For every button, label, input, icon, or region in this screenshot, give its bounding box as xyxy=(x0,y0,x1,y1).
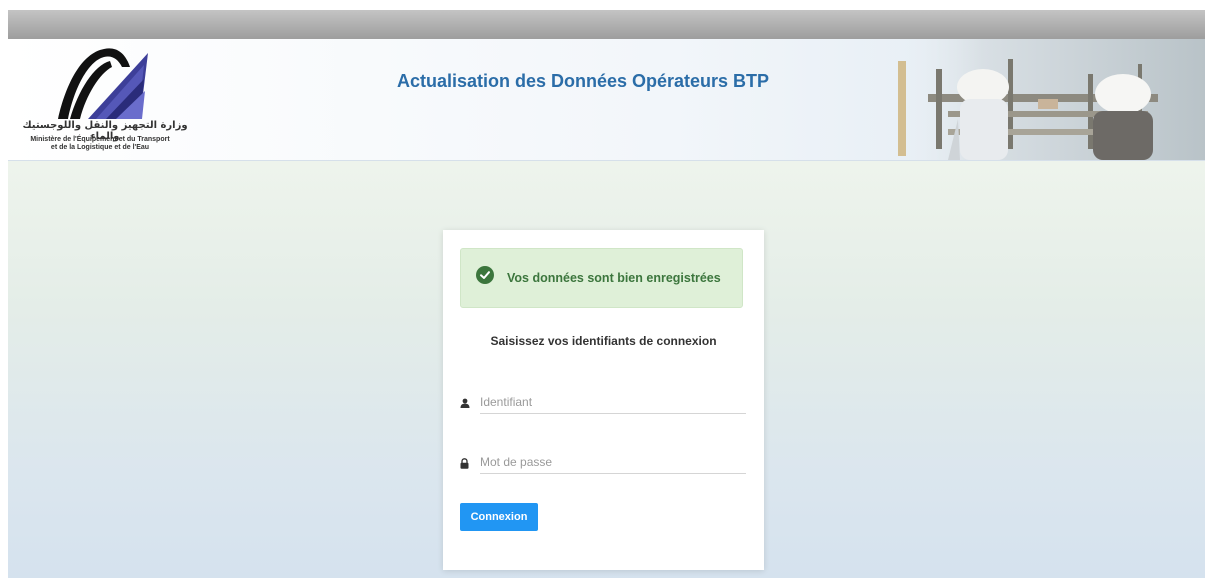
alert-message: Vos données sont bien enregistrées xyxy=(507,271,721,285)
login-card: Vos données sont bien enregistrées Saisi… xyxy=(443,230,764,570)
lock-icon xyxy=(460,458,469,469)
username-input[interactable] xyxy=(480,390,746,414)
ministry-name-french: Ministère de l'Équipement et du Transpor… xyxy=(10,136,190,152)
top-bar xyxy=(8,10,1205,39)
login-button[interactable]: Connexion xyxy=(460,503,538,531)
construction-workers-image xyxy=(888,39,1205,160)
page-title: Actualisation des Données Opérateurs BTP xyxy=(396,71,770,91)
password-field xyxy=(460,450,746,474)
ministry-name-french-line2: et de la Logistique et de l'Eau xyxy=(50,144,150,151)
password-input[interactable] xyxy=(480,450,746,474)
header-banner: وزارة التجهيز والنقل واللوجستيك والماء M… xyxy=(8,39,1205,161)
ministry-logo xyxy=(58,48,148,119)
login-instructions: Saisissez vos identifiants de connexion xyxy=(490,334,717,348)
ministry-name-french-line1: Ministère de l'Équipement et du Transpor… xyxy=(30,136,170,143)
success-alert: Vos données sont bien enregistrées xyxy=(460,248,743,308)
username-field xyxy=(460,390,746,414)
check-circle-icon xyxy=(476,266,494,284)
user-icon xyxy=(460,398,470,408)
